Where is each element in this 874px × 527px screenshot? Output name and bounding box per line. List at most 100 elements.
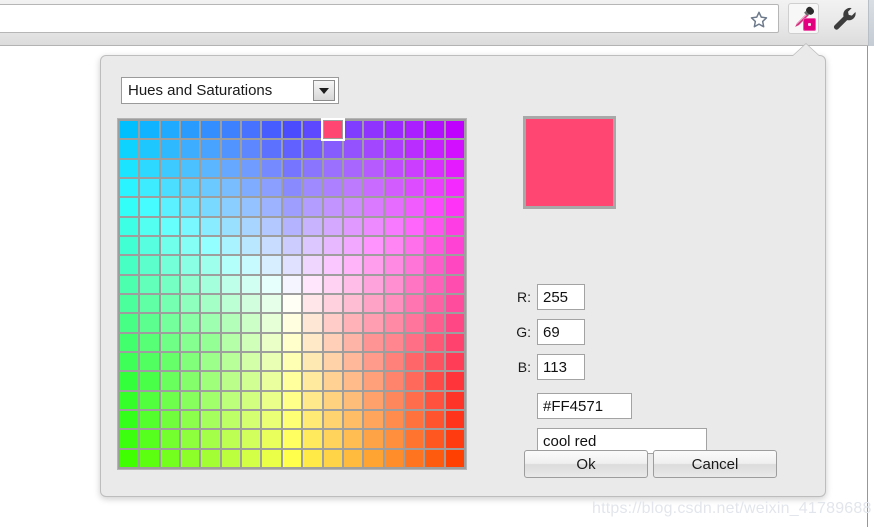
palette-swatch[interactable] [282, 179, 302, 197]
palette-swatch[interactable] [242, 275, 261, 293]
palette-swatch[interactable] [242, 237, 261, 255]
palette-swatch[interactable] [242, 121, 261, 139]
palette-swatch[interactable] [364, 140, 383, 158]
palette-swatch[interactable] [323, 391, 342, 409]
palette-swatch[interactable] [221, 411, 241, 429]
palette-swatch[interactable] [221, 449, 241, 467]
palette-swatch[interactable] [445, 353, 464, 371]
palette-swatch[interactable] [262, 256, 281, 274]
palette-swatch[interactable] [160, 372, 180, 390]
palette-swatch[interactable] [343, 179, 363, 197]
palette-swatch[interactable] [445, 411, 464, 429]
palette-swatch[interactable] [303, 217, 322, 235]
palette-swatch[interactable] [404, 198, 424, 216]
palette-swatch[interactable] [282, 159, 302, 177]
palette-swatch[interactable] [262, 295, 281, 313]
palette-swatch[interactable] [303, 295, 322, 313]
palette-swatch[interactable] [221, 295, 241, 313]
palette-swatch[interactable] [303, 256, 322, 274]
palette-swatch[interactable] [140, 140, 159, 158]
palette-swatch[interactable] [425, 275, 444, 293]
palette-swatch[interactable] [364, 314, 383, 332]
palette-swatch[interactable] [120, 295, 139, 313]
palette-swatch[interactable] [181, 217, 200, 235]
palette-swatch[interactable] [160, 159, 180, 177]
palette-swatch[interactable] [262, 121, 281, 139]
palette-swatch[interactable] [364, 275, 383, 293]
chrome-menu-button[interactable] [829, 3, 860, 34]
palette-swatch[interactable] [160, 198, 180, 216]
palette-swatch[interactable] [242, 217, 261, 235]
palette-swatch[interactable] [445, 121, 464, 139]
palette-swatch[interactable] [262, 333, 281, 351]
palette-swatch[interactable] [221, 333, 241, 351]
palette-swatch[interactable] [445, 256, 464, 274]
palette-swatch[interactable] [404, 121, 424, 139]
palette-swatch[interactable] [323, 237, 342, 255]
palette-swatch[interactable] [282, 121, 302, 139]
palette-swatch[interactable] [425, 237, 444, 255]
palette-swatch[interactable] [201, 198, 220, 216]
palette-swatch[interactable] [364, 237, 383, 255]
palette-swatch[interactable] [140, 411, 159, 429]
palette-swatch[interactable] [404, 140, 424, 158]
palette-swatch[interactable] [262, 391, 281, 409]
palette-swatch[interactable] [282, 198, 302, 216]
palette-swatch[interactable] [323, 275, 342, 293]
palette-swatch[interactable] [343, 121, 363, 139]
hex-input[interactable] [537, 393, 632, 419]
palette-swatch[interactable] [364, 295, 383, 313]
palette-swatch[interactable] [282, 430, 302, 448]
palette-swatch[interactable] [262, 449, 281, 467]
palette-swatch[interactable] [425, 391, 444, 409]
palette-swatch[interactable] [404, 295, 424, 313]
palette-swatch[interactable] [282, 372, 302, 390]
palette-swatch[interactable] [384, 333, 403, 351]
palette-swatch[interactable] [384, 411, 403, 429]
palette-swatch[interactable] [384, 256, 403, 274]
palette-swatch[interactable] [384, 430, 403, 448]
palette-swatch[interactable] [384, 372, 403, 390]
palette-swatch[interactable] [343, 353, 363, 371]
palette-swatch[interactable] [201, 353, 220, 371]
palette-swatch[interactable] [343, 430, 363, 448]
palette-swatch[interactable] [303, 372, 322, 390]
address-bar[interactable] [0, 4, 779, 33]
palette-swatch[interactable] [242, 159, 261, 177]
palette-swatch[interactable] [181, 449, 200, 467]
palette-swatch[interactable] [140, 237, 159, 255]
palette-swatch[interactable] [425, 217, 444, 235]
palette-swatch[interactable] [181, 159, 200, 177]
palette-swatch[interactable] [404, 411, 424, 429]
red-input[interactable] [537, 284, 585, 310]
palette-swatch[interactable] [445, 314, 464, 332]
palette-swatch[interactable] [160, 333, 180, 351]
palette-swatch[interactable] [262, 159, 281, 177]
palette-swatch[interactable] [201, 314, 220, 332]
palette-swatch[interactable] [201, 295, 220, 313]
palette-swatch[interactable] [445, 159, 464, 177]
palette-swatch[interactable] [160, 314, 180, 332]
palette-swatch[interactable] [221, 159, 241, 177]
palette-swatch[interactable] [343, 217, 363, 235]
palette-swatch[interactable] [181, 430, 200, 448]
palette-swatch[interactable] [303, 449, 322, 467]
palette-swatch[interactable] [282, 333, 302, 351]
palette-swatch[interactable] [323, 217, 342, 235]
palette-swatch[interactable] [242, 372, 261, 390]
palette-swatch[interactable] [221, 353, 241, 371]
palette-swatch[interactable] [120, 449, 139, 467]
palette-swatch[interactable] [445, 333, 464, 351]
palette-swatch-selected[interactable] [320, 117, 345, 142]
palette-swatch[interactable] [343, 237, 363, 255]
palette-swatch[interactable] [262, 430, 281, 448]
palette-swatch[interactable] [221, 198, 241, 216]
palette-swatch[interactable] [364, 391, 383, 409]
palette-swatch[interactable] [120, 237, 139, 255]
palette-swatch[interactable] [343, 449, 363, 467]
palette-swatch[interactable] [160, 295, 180, 313]
palette-swatch[interactable] [120, 217, 139, 235]
palette-swatch[interactable] [303, 333, 322, 351]
palette-swatch[interactable] [262, 372, 281, 390]
palette-swatch[interactable] [425, 179, 444, 197]
